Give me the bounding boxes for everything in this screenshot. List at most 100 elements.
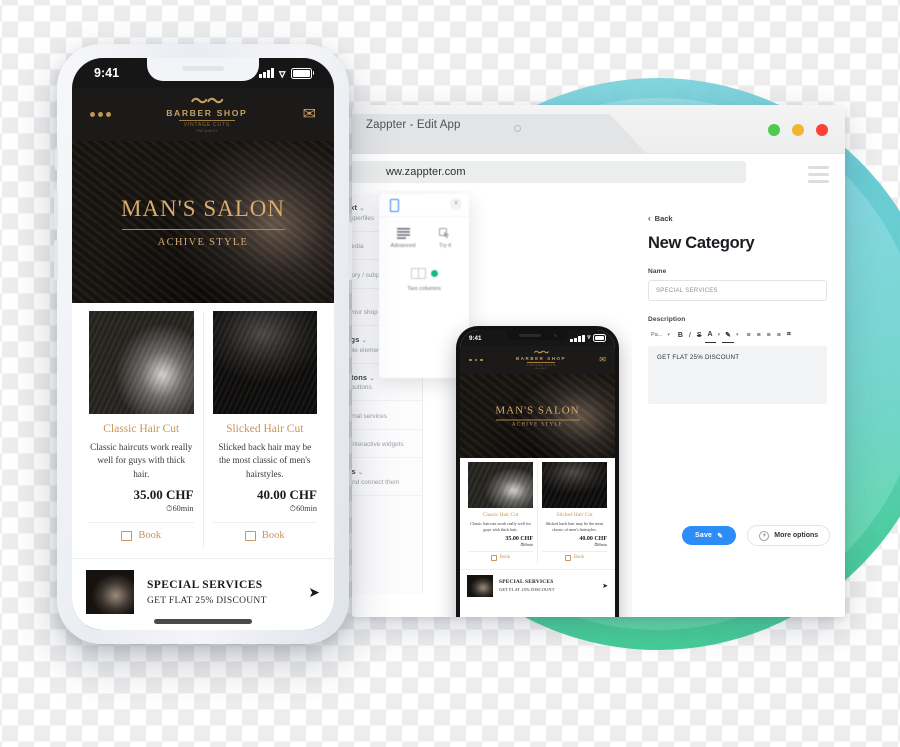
hero-subtitle: ACHIVE STYLE [511, 422, 564, 428]
phone-volume-down-button[interactable] [54, 240, 58, 280]
app-preview-large: 9:41 ▿ 〜〜 BARBER SHOP VINTAGE CUTS FINE … [72, 58, 334, 630]
share-arrow-icon[interactable]: ➤ [602, 582, 608, 590]
strikethrough-icon[interactable]: S [694, 328, 705, 342]
more-options-button[interactable]: + More options [747, 525, 831, 546]
sidebar-row-title: l text [352, 203, 358, 212]
three-dots-icon[interactable] [90, 112, 111, 117]
text-color-icon[interactable]: A [704, 328, 716, 343]
calendar-icon [121, 530, 133, 541]
italic-icon[interactable]: I [686, 328, 694, 342]
phone-notch [506, 330, 569, 340]
service-card-duration: 60min [597, 543, 607, 548]
book-label: Book [138, 530, 162, 542]
sidebar-row-sub: any interactive widgets [352, 441, 404, 448]
service-card-image [212, 311, 317, 414]
signal-bars-icon [570, 334, 585, 342]
description-value: GET FLAT 25% DISCOUNT [657, 354, 740, 361]
window-maximize-button[interactable] [792, 124, 804, 136]
service-cards: Classic Hair Cut Classic haircuts work r… [72, 303, 334, 549]
align-center-icon[interactable]: ≡ [754, 328, 764, 342]
status-time: 9:41 [469, 334, 482, 342]
tab-loading-icon [514, 125, 521, 132]
description-textarea[interactable]: GET FLAT 25% DISCOUNT [648, 346, 827, 404]
sidebar-row-title: ffers [352, 467, 356, 476]
pencil-icon: ✎ [717, 532, 724, 540]
close-icon[interactable]: × [450, 198, 462, 210]
hero-banner: MAN'S SALON ACHIVE STYLE [460, 374, 615, 458]
align-left-icon[interactable]: ≡ [743, 328, 753, 342]
envelope-icon[interactable]: ✉ [599, 356, 606, 364]
more-options-label: More options [774, 532, 819, 539]
sidebar-row-title: dings [352, 335, 360, 344]
window-close-button[interactable] [816, 124, 828, 136]
calendar-icon [244, 530, 256, 541]
promo-title: SPECIAL SERVICES [499, 579, 554, 586]
rich-text-toolbar: Pa... ▾ B I S A ▾ ✎ ▾ ≡ ≡ ≡ ≡ ⌗ [648, 328, 827, 343]
advanced-tool[interactable]: Advanced [389, 226, 417, 249]
hero-title: MAN'S SALON [120, 196, 286, 221]
url-text: ww.zappter.com [386, 166, 466, 178]
service-card-duration: 60min [296, 504, 317, 514]
popover-tools: Advanced Try it [379, 217, 469, 255]
sidebar-row[interactable]: external services [352, 401, 422, 430]
browser-urlbar: ww.zappter.com [352, 154, 845, 190]
name-field-label: Name [648, 268, 667, 275]
app-preview-small: 9:41 ▿ 〜〜 BARBER SHOP VINTAGE CUTS FINE … [460, 330, 615, 617]
browser-tab-title: Zappter - Edit App [366, 119, 461, 131]
app-navbar: 〜〜 BARBER SHOP VINTAGE CUTS FINE QUALITY… [72, 88, 334, 141]
book-button[interactable]: Book [542, 551, 607, 564]
logo-brand: BARBER SHOP [166, 108, 248, 118]
name-input[interactable]: SPECIAL SERVICES [648, 280, 827, 301]
service-card-duration: 60min [523, 543, 533, 548]
book-button[interactable]: Book [212, 522, 317, 548]
hero-caption: MAN'S SALON ACHIVE STYLE [72, 196, 334, 248]
book-button[interactable]: Book [89, 522, 194, 548]
sidebar-row[interactable]: ffers ⌄ ws and connect them [352, 458, 422, 496]
book-button[interactable]: Book [468, 551, 533, 564]
two-columns-icon [410, 268, 438, 279]
chevron-down-icon[interactable]: ▾ [665, 332, 672, 338]
service-card[interactable]: Classic Hair Cut Classic haircuts work r… [80, 311, 203, 549]
service-card-desc: Classic haircuts work really well for gu… [470, 521, 531, 533]
phone-mute-button[interactable] [55, 148, 58, 170]
share-arrow-icon[interactable]: ➤ [308, 584, 320, 601]
status-time: 9:41 [94, 66, 120, 80]
service-card[interactable]: Classic Hair Cut Classic haircuts work r… [464, 462, 537, 564]
service-card[interactable]: Slicked Hair Cut Slicked back hair may b… [537, 462, 611, 564]
align-justify-icon[interactable]: ≡ [774, 328, 784, 342]
logo-sub: VINTAGE CUTS [526, 363, 557, 368]
chevron-down-icon[interactable]: ▾ [734, 332, 741, 338]
service-card-title: Slicked Hair Cut [556, 512, 593, 518]
back-button[interactable]: ‹ Back [648, 214, 827, 223]
promo-banner[interactable]: SPECIAL SERVICES GET FLAT 25% DISCOUNT ➤ [72, 558, 334, 626]
sidebar-row[interactable]: any interactive widgets [352, 430, 422, 458]
phone-volume-up-button[interactable] [54, 190, 58, 230]
chevron-down-icon: ⌄ [359, 206, 365, 212]
two-columns-label: Two columns [407, 286, 441, 292]
hamburger-menu-icon[interactable] [808, 166, 829, 187]
try-it-tool[interactable]: Try it [431, 226, 459, 249]
wifi-icon: ▿ [587, 333, 591, 341]
browser-content: l text ⌄ Nl superfiles of media ategory … [352, 190, 845, 617]
add-circle-icon [430, 270, 438, 277]
envelope-icon[interactable]: ✉ [303, 106, 316, 123]
phone-power-button[interactable] [348, 222, 352, 280]
book-label: Book [261, 530, 285, 542]
highlight-color-icon[interactable]: ✎ [722, 328, 734, 343]
chevron-down-icon: ⌄ [369, 375, 375, 382]
three-dots-icon[interactable] [469, 358, 483, 362]
paragraph-style-select[interactable]: Pa... [648, 328, 665, 342]
promo-banner[interactable]: SPECIAL SERVICES GET FLAT 25% DISCOUNT ➤ [460, 568, 615, 602]
bold-icon[interactable]: B [675, 328, 686, 342]
service-card[interactable]: Slicked Hair Cut Slicked back hair may b… [202, 311, 326, 549]
two-columns-option[interactable]: Two columns [379, 255, 469, 298]
app-navbar: 〜〜 BARBER SHOP VINTAGE CUTS FINE QUALITY… [460, 346, 615, 374]
insert-media-icon[interactable]: ⌗ [784, 328, 794, 342]
window-minimize-button[interactable] [768, 124, 780, 136]
app-logo: 〜〜 BARBER SHOP VINTAGE CUTS FINE QUALITY [166, 93, 248, 133]
promo-thumbnail [467, 574, 493, 597]
save-button[interactable]: Save ✎ [682, 526, 737, 545]
battery-icon [593, 334, 606, 342]
page-title: New Category [648, 234, 755, 252]
align-right-icon[interactable]: ≡ [764, 328, 774, 342]
